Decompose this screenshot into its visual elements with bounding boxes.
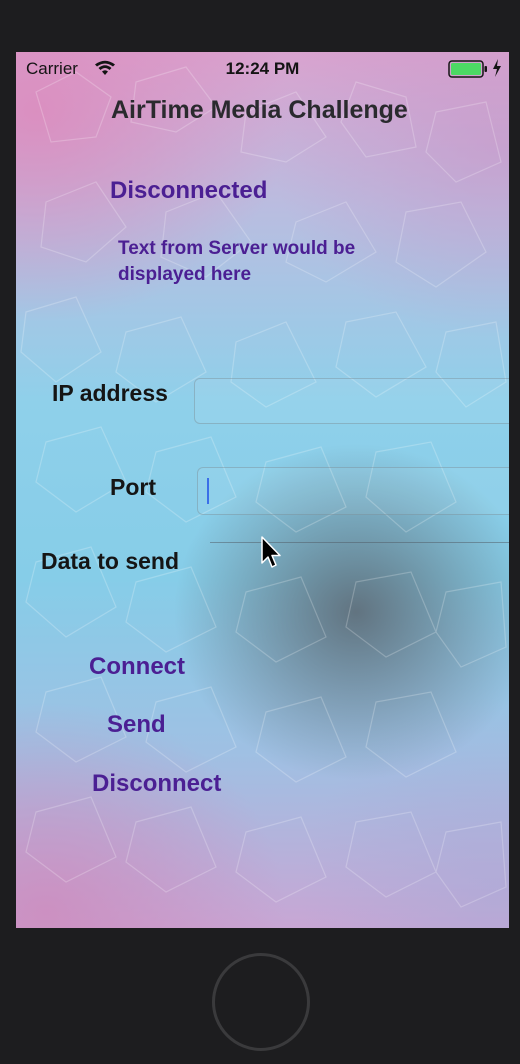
charging-icon xyxy=(492,59,502,82)
connection-status-label: Disconnected xyxy=(110,177,268,204)
connect-button[interactable]: Connect xyxy=(89,653,185,681)
home-button[interactable] xyxy=(212,953,310,1051)
app-title: AirTime Media Challenge xyxy=(111,96,408,124)
phone-frame: Carrier 12:24 PM AirTime Media Challenge… xyxy=(0,0,520,1064)
ip-address-label: IP address xyxy=(52,380,168,406)
status-bar: Carrier 12:24 PM xyxy=(16,52,509,86)
text-caret xyxy=(207,478,209,504)
cursor-icon xyxy=(261,536,283,577)
port-label: Port xyxy=(110,474,156,500)
battery-icon xyxy=(448,60,488,83)
data-to-send-input[interactable] xyxy=(210,542,509,544)
data-to-send-label: Data to send xyxy=(41,548,180,574)
send-button[interactable]: Send xyxy=(107,711,166,739)
disconnect-button[interactable]: Disconnect xyxy=(92,770,221,798)
ip-address-input[interactable] xyxy=(194,378,509,424)
server-response-text: Text from Server would be displayed here xyxy=(118,238,356,285)
port-input[interactable] xyxy=(197,467,509,515)
clock: 12:24 PM xyxy=(225,59,300,78)
app-screen: Carrier 12:24 PM AirTime Media Challenge… xyxy=(16,52,509,928)
